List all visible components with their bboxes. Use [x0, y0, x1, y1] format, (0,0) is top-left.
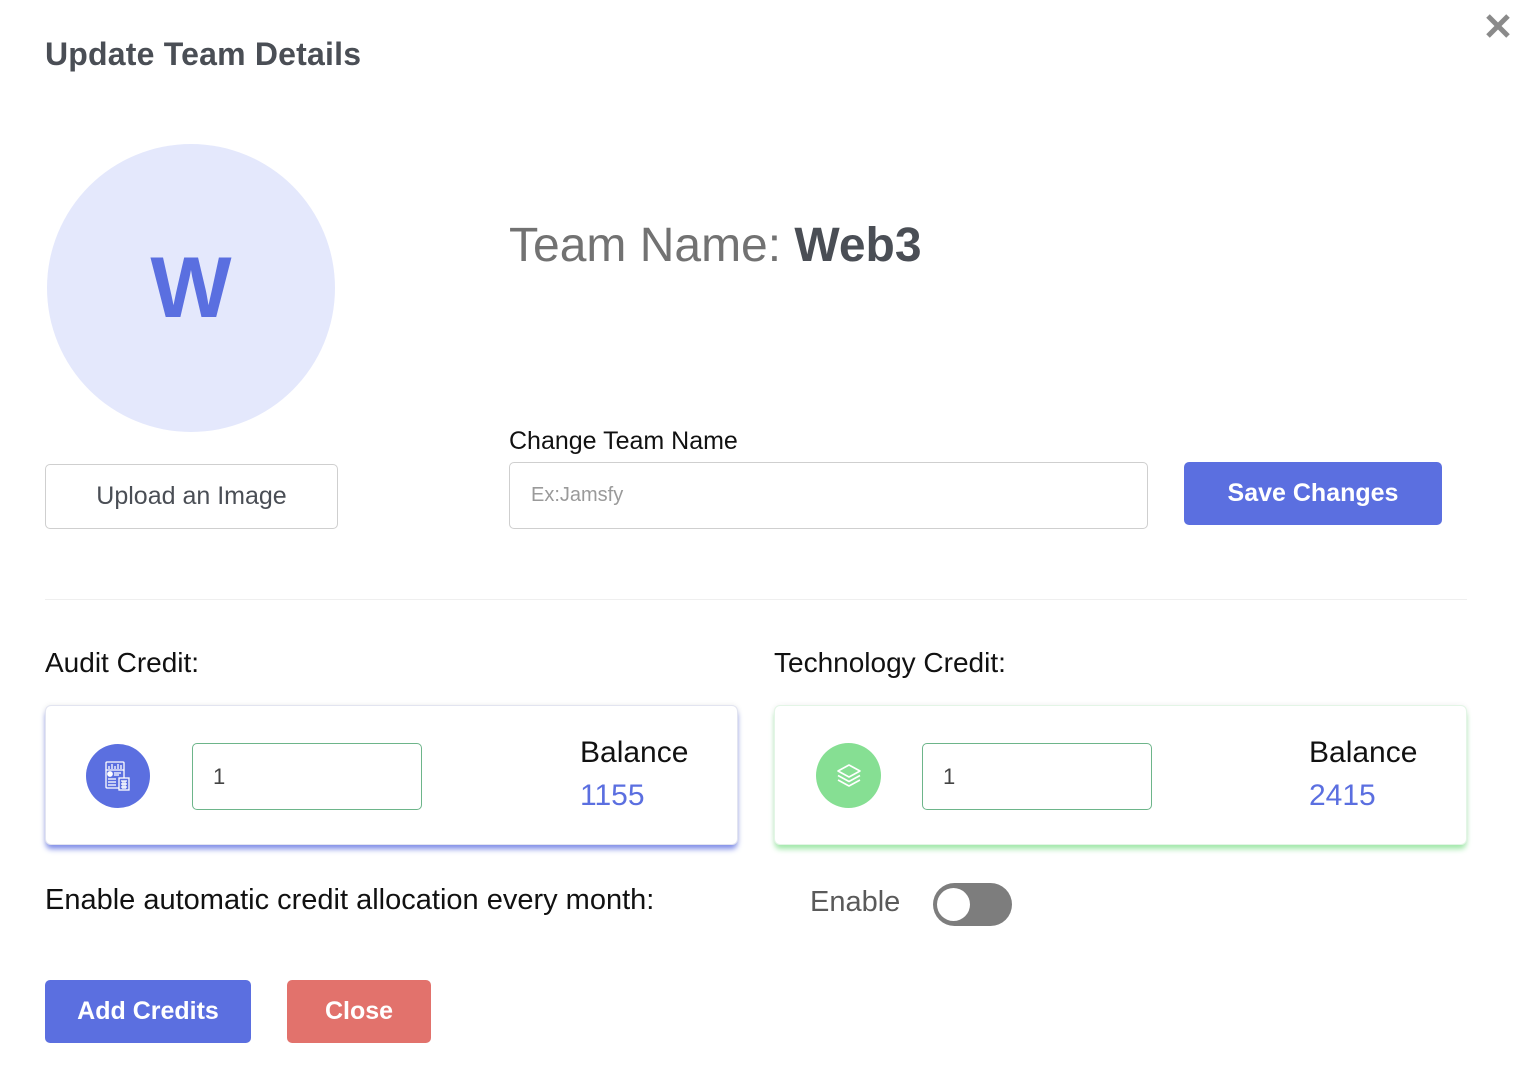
auto-allocation-toggle[interactable]	[933, 883, 1012, 926]
add-credits-button[interactable]: Add Credits	[45, 980, 251, 1043]
enable-toggle-label: Enable	[810, 886, 901, 918]
layers-icon	[816, 743, 881, 808]
auto-allocation-label: Enable automatic credit allocation every…	[45, 884, 655, 916]
audit-balance-label: Balance	[580, 736, 689, 769]
team-name-heading: Team Name: Web3	[509, 218, 922, 273]
avatar-initial: W	[150, 239, 232, 336]
technology-credit-input[interactable]	[922, 743, 1152, 810]
technology-balance-label: Balance	[1309, 736, 1418, 769]
technology-credit-card: Balance 2415	[774, 705, 1467, 845]
toggle-knob	[937, 888, 970, 921]
technology-balance-value: 2415	[1309, 779, 1376, 812]
save-changes-button[interactable]: Save Changes	[1184, 462, 1442, 525]
dialog-title: Update Team Details	[45, 36, 362, 72]
audit-credit-input[interactable]	[192, 743, 422, 810]
close-button[interactable]: Close	[287, 980, 431, 1043]
change-team-name-label: Change Team Name	[509, 427, 738, 455]
audit-credit-label: Audit Credit:	[45, 647, 200, 678]
audit-balance-value: 1155	[580, 779, 645, 812]
section-divider	[45, 599, 1467, 600]
team-name-value: Web3	[794, 219, 922, 272]
team-avatar: W	[47, 144, 335, 432]
upload-image-button[interactable]: Upload an Image	[45, 464, 338, 529]
close-icon[interactable]	[1484, 12, 1512, 40]
audit-credit-card: Balance 1155	[45, 705, 738, 845]
team-name-input[interactable]	[509, 462, 1148, 529]
technology-credit-label: Technology Credit:	[774, 647, 1006, 678]
team-name-label: Team Name:	[509, 219, 795, 272]
report-calculator-icon	[86, 744, 150, 808]
